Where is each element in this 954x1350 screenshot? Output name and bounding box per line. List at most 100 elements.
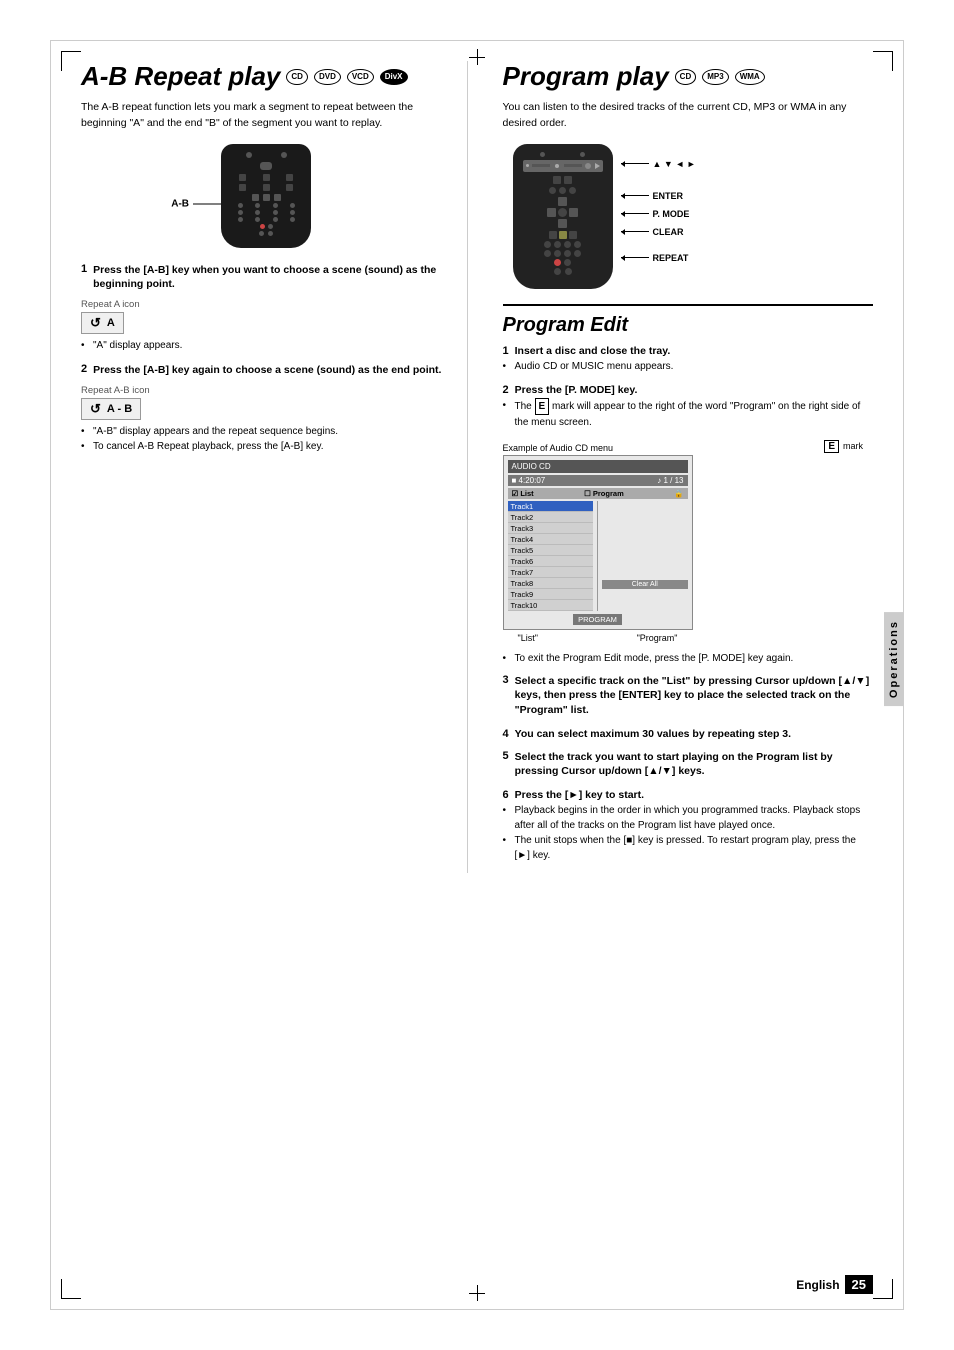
pmode-line bbox=[621, 213, 649, 214]
r-circle-row3 bbox=[523, 250, 603, 257]
r-lcd-bar2 bbox=[564, 164, 582, 167]
step2-header: 2 Press the [A-B] key again to choose a … bbox=[81, 363, 452, 382]
e-mark-box: E bbox=[824, 440, 839, 453]
r-btn-row2 bbox=[523, 231, 603, 239]
ab-repeat-intro: The A-B repeat function lets you mark a … bbox=[81, 100, 452, 132]
dpad-e1 bbox=[547, 197, 556, 206]
pe-step2-bullets: The E mark will appear to the right of t… bbox=[503, 398, 874, 430]
remote-dot-l bbox=[246, 152, 252, 158]
cd-header-text: AUDIO CD bbox=[512, 462, 551, 471]
ab-repeat-title: A-B Repeat play CD DVD VCD DivX bbox=[81, 61, 452, 92]
remote-circles2 bbox=[231, 210, 301, 215]
r-c7 bbox=[574, 241, 581, 248]
r-circ13 bbox=[268, 224, 273, 229]
track-row-6: Track6 bbox=[508, 556, 594, 567]
program-play-title-text: Program play bbox=[503, 61, 669, 92]
prog-slot-5 bbox=[602, 545, 688, 556]
r-b4 bbox=[559, 231, 567, 239]
dpad-right bbox=[569, 208, 578, 217]
corner-mark-tr bbox=[873, 51, 893, 71]
cd-menu-header: AUDIO CD bbox=[508, 460, 688, 473]
pe-step6-num: 6 bbox=[503, 789, 509, 801]
pe-step3-title: Select a specific track on the "List" by… bbox=[515, 674, 873, 718]
e-mark-text: mark bbox=[843, 441, 863, 451]
r-circ1 bbox=[238, 203, 243, 208]
nav-line bbox=[621, 163, 649, 164]
pmode-text: P. MODE bbox=[653, 209, 690, 219]
cd-footer-program-btn[interactable]: PROGRAM bbox=[573, 614, 622, 625]
pp-format-wma: WMA bbox=[735, 69, 765, 85]
ab-label-text: A-B bbox=[171, 198, 189, 209]
r-lcd-dot bbox=[526, 164, 529, 167]
remote-row2 bbox=[231, 184, 301, 191]
format-divx: DivX bbox=[380, 69, 408, 85]
step1-title: Press the [A-B] key when you want to cho… bbox=[93, 263, 451, 292]
step1-note-label: Repeat A icon bbox=[81, 299, 452, 310]
corner-mark-br bbox=[873, 1279, 893, 1299]
page-number-section: English 25 bbox=[796, 1275, 873, 1294]
r-c4 bbox=[544, 241, 551, 248]
r-top-dot2 bbox=[580, 152, 585, 157]
r-b5 bbox=[569, 231, 577, 239]
r-circle-row1 bbox=[523, 187, 603, 194]
track-row-10: Track10 bbox=[508, 600, 594, 611]
page-language: English bbox=[796, 1278, 839, 1292]
r-c9 bbox=[554, 250, 561, 257]
track-row-2: Track2 bbox=[508, 512, 594, 523]
track-row-8: Track8 bbox=[508, 578, 594, 589]
cd-menu-example: Example of Audio CD menu E mark AUDIO CD bbox=[503, 440, 874, 643]
remote-circles1 bbox=[231, 203, 301, 208]
cross-mark-bottom bbox=[469, 1285, 485, 1301]
r-c1 bbox=[549, 187, 556, 194]
program-play-section: Program play CD MP3 WMA You can listen t… bbox=[503, 61, 874, 863]
clear-all-btn[interactable]: Clear All bbox=[602, 580, 688, 589]
pe-step4-num: 4 bbox=[503, 728, 509, 740]
repeat-arrowhead bbox=[621, 255, 625, 261]
track-row-1: Track1 bbox=[508, 501, 594, 512]
format-dvd: DVD bbox=[314, 69, 341, 85]
track-row-7: Track7 bbox=[508, 567, 594, 578]
cd-footer: PROGRAM bbox=[508, 614, 688, 625]
rbtn-back bbox=[252, 194, 259, 201]
r-row-last bbox=[523, 259, 603, 266]
pe-step2-b1: The E mark will appear to the right of t… bbox=[503, 398, 874, 430]
pe-step5: 5 Select the track you want to start pla… bbox=[503, 750, 874, 779]
cd-prog-col: Clear All bbox=[597, 501, 688, 611]
clear-line bbox=[621, 231, 649, 232]
pe-step6-b2: The unit stops when the [■] key is press… bbox=[503, 833, 874, 863]
cd-menu-cols: Track1 Track2 Track3 Track4 Track5 Track… bbox=[508, 501, 688, 611]
program-edit-title: Program Edit bbox=[503, 314, 874, 337]
step2-num: 2 bbox=[81, 363, 87, 382]
page-num-box: 25 bbox=[845, 1275, 873, 1294]
page-border: A-B Repeat play CD DVD VCD DivX The A-B … bbox=[50, 40, 904, 1310]
cd-col-program-header: ☐ Program bbox=[584, 489, 624, 498]
rbtn6 bbox=[286, 184, 293, 191]
cd-menu-top-row: Example of Audio CD menu E mark bbox=[503, 440, 874, 453]
pe-step5-title: Select the track you want to start playi… bbox=[515, 750, 873, 779]
step1-header: 1 Press the [A-B] key when you want to c… bbox=[81, 263, 452, 296]
r-circ-ab bbox=[260, 224, 265, 229]
dpad-left bbox=[547, 208, 556, 217]
r-btn-row1 bbox=[523, 176, 603, 184]
enter-arrowhead bbox=[621, 193, 625, 199]
r-circle-row2 bbox=[523, 241, 603, 248]
cd-menu-screen: AUDIO CD ■ 4:20:07 ♪ 1 / 13 ☑ List ☐ Pro… bbox=[503, 455, 693, 630]
pe-step3-header: 3 Select a specific track on the "List" … bbox=[503, 674, 874, 718]
pe-step5-num: 5 bbox=[503, 750, 509, 779]
nav-arrowhead bbox=[621, 161, 625, 167]
pp-format-cd: CD bbox=[675, 69, 697, 85]
repeat-icon2: ↺ bbox=[90, 401, 101, 417]
pe-step6: 6 Press the [►] key to start. Playback b… bbox=[503, 789, 874, 863]
pe-step1: 1 Insert a disc and close the tray. Audi… bbox=[503, 345, 874, 374]
r-circ12 bbox=[290, 217, 295, 222]
program-edit-section: Program Edit 1 Insert a disc and close t… bbox=[503, 304, 874, 863]
r-c5 bbox=[554, 241, 561, 248]
pp-format-mp3: MP3 bbox=[702, 69, 728, 85]
clear-text: CLEAR bbox=[653, 227, 684, 237]
r-circ11 bbox=[273, 217, 278, 222]
pe-step6-header: 6 Press the [►] key to start. bbox=[503, 789, 874, 801]
prog-slot-3 bbox=[602, 523, 688, 534]
prog-slot-6 bbox=[602, 556, 688, 567]
step2-bullet1: "A-B" display appears and the repeat seq… bbox=[81, 424, 452, 439]
r-lcd-ir bbox=[585, 163, 591, 169]
